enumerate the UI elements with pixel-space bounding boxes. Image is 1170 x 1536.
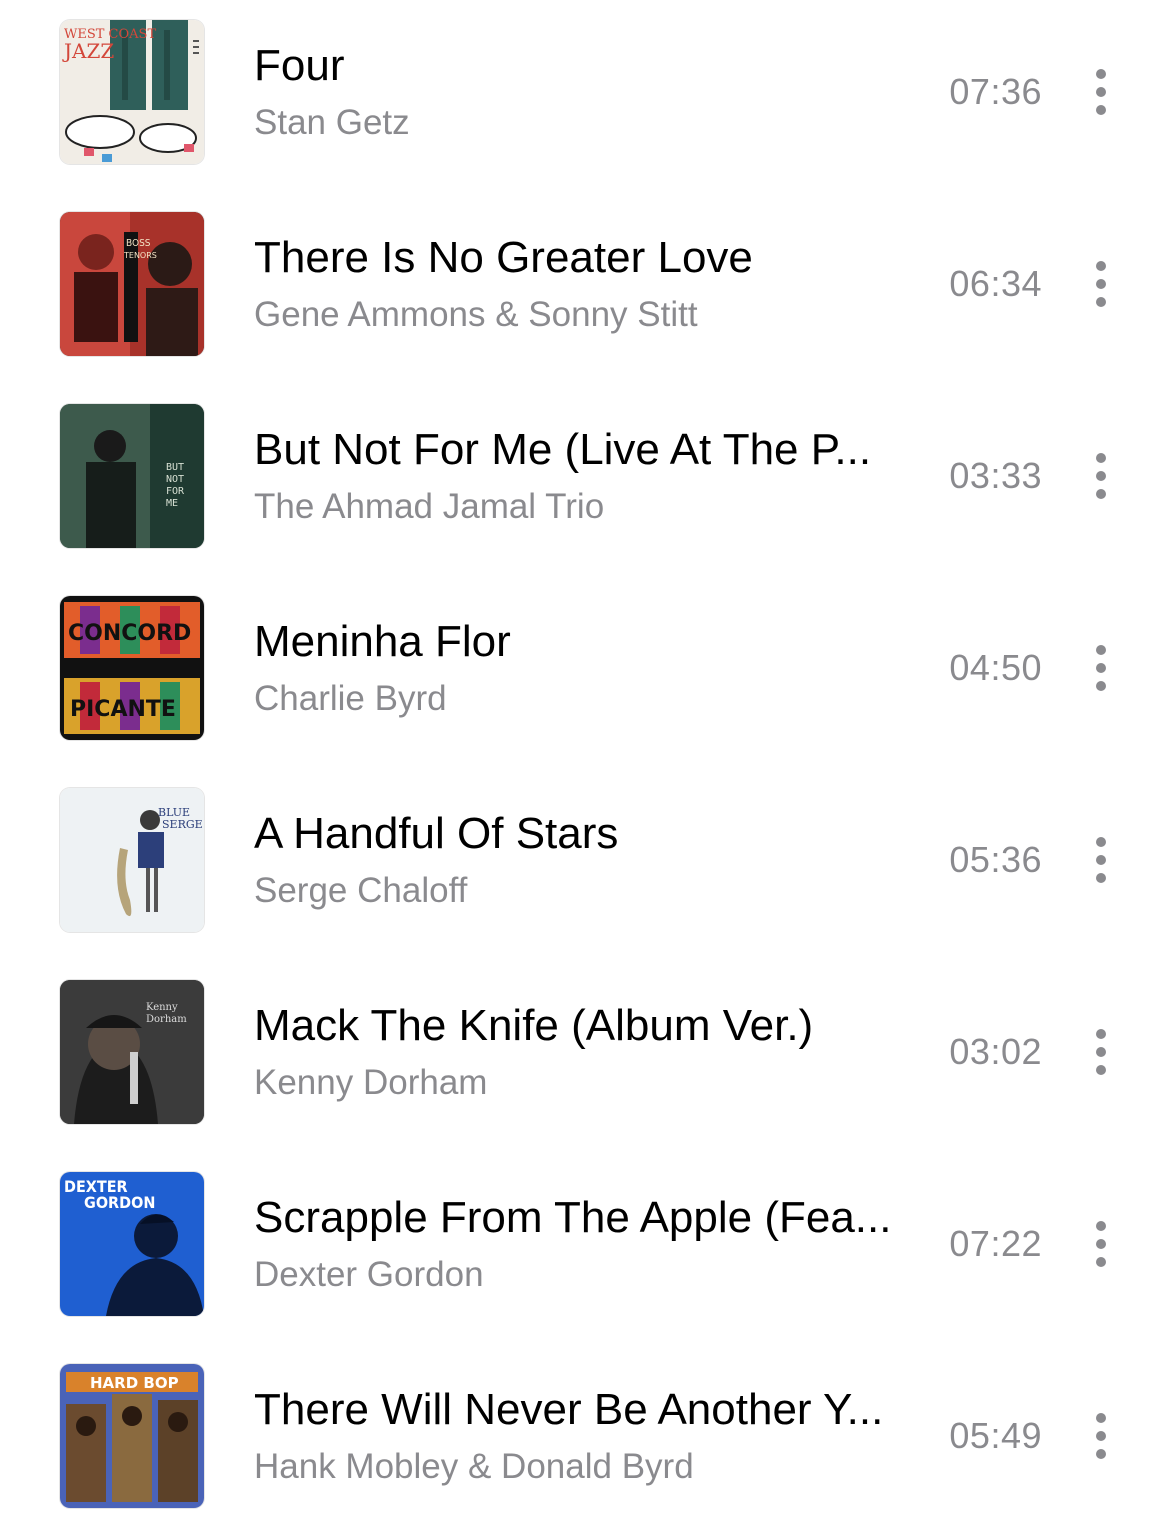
vertical-ellipsis-icon <box>1096 681 1106 691</box>
cover-text: HARD BOP <box>90 1374 179 1392</box>
vertical-ellipsis-icon <box>1096 87 1106 97</box>
track-list: WEST COAST JAZZ Four Stan Getz 07:36 BOS… <box>0 0 1170 1528</box>
album-cover: HARD BOP <box>60 1364 204 1508</box>
album-cover-art: BUT NOT FOR ME <box>60 404 204 548</box>
track-artist: Kenny Dorham <box>254 1063 488 1102</box>
vertical-ellipsis-icon <box>1096 1221 1106 1231</box>
vertical-ellipsis-icon <box>1096 873 1106 883</box>
album-cover-art: HARD BOP <box>60 1364 204 1508</box>
track-duration: 03:02 <box>949 1031 1042 1072</box>
vertical-ellipsis-icon <box>1096 1413 1106 1423</box>
album-cover: BOSS TENORS <box>60 212 204 356</box>
album-cover-art: WEST COAST JAZZ <box>60 20 204 164</box>
more-options-button[interactable] <box>1082 814 1120 906</box>
vertical-ellipsis-icon <box>1096 489 1106 499</box>
track-row[interactable]: BOSS TENORS There Is No Greater Love Gen… <box>0 192 1170 384</box>
cover-text: GORDON <box>84 1193 155 1212</box>
vertical-ellipsis-icon <box>1096 837 1106 847</box>
vertical-ellipsis-icon <box>1096 1239 1106 1249</box>
vertical-ellipsis-icon <box>1096 453 1106 463</box>
track-title: Meninha Flor <box>254 617 511 666</box>
track-duration: 07:36 <box>949 71 1042 112</box>
vertical-ellipsis-icon <box>1096 279 1106 289</box>
cover-text: BUT <box>166 462 184 473</box>
vertical-ellipsis-icon <box>1096 1047 1106 1057</box>
vertical-ellipsis-icon <box>1096 297 1106 307</box>
vertical-ellipsis-icon <box>1096 105 1106 115</box>
cover-text: PICANTE <box>70 697 176 722</box>
track-row[interactable]: HARD BOP There Will Never Be Another Y..… <box>0 1344 1170 1536</box>
more-options-button[interactable] <box>1082 430 1120 522</box>
track-duration: 03:33 <box>949 455 1042 496</box>
vertical-ellipsis-icon <box>1096 1431 1106 1441</box>
cover-text: CONCORD <box>68 621 191 646</box>
track-duration: 05:36 <box>949 839 1042 880</box>
cover-text: TENORS <box>123 251 157 260</box>
track-row[interactable]: Kenny Dorham Mack The Knife (Album Ver.)… <box>0 960 1170 1152</box>
vertical-ellipsis-icon <box>1096 645 1106 655</box>
vertical-ellipsis-icon <box>1096 663 1106 673</box>
track-row[interactable]: BUT NOT FOR ME But Not For Me (Live At T… <box>0 384 1170 576</box>
album-cover-art: DEXTER GORDON <box>60 1172 204 1316</box>
album-cover-art: BOSS TENORS <box>60 212 204 356</box>
track-duration: 06:34 <box>949 263 1042 304</box>
vertical-ellipsis-icon <box>1096 471 1106 481</box>
more-options-button[interactable] <box>1082 46 1120 138</box>
album-cover-art: Kenny Dorham <box>60 980 204 1124</box>
track-row[interactable]: CONCORD PICANTE Meninha Flor Charlie Byr… <box>0 576 1170 768</box>
track-title: There Will Never Be Another Y... <box>254 1385 884 1434</box>
track-artist: Gene Ammons & Sonny Stitt <box>254 295 698 334</box>
album-cover: CONCORD PICANTE <box>60 596 204 740</box>
cover-text: FOR <box>166 486 185 497</box>
track-duration: 04:50 <box>949 647 1042 688</box>
track-row[interactable]: WEST COAST JAZZ Four Stan Getz 07:36 <box>0 0 1170 192</box>
track-artist: The Ahmad Jamal Trio <box>254 487 605 526</box>
more-options-button[interactable] <box>1082 622 1120 714</box>
track-duration: 07:22 <box>949 1223 1042 1264</box>
cover-text: Kenny <box>146 1002 178 1013</box>
track-artist: Dexter Gordon <box>254 1255 484 1294</box>
vertical-ellipsis-icon <box>1096 1257 1106 1267</box>
cover-text: SERGE <box>162 818 203 831</box>
album-cover-art: CONCORD PICANTE <box>60 596 204 740</box>
track-title: But Not For Me (Live At The P... <box>254 425 872 474</box>
album-cover: BUT NOT FOR ME <box>60 404 204 548</box>
vertical-ellipsis-icon <box>1096 1029 1106 1039</box>
more-options-button[interactable] <box>1082 238 1120 330</box>
album-cover: Kenny Dorham <box>60 980 204 1124</box>
album-cover: DEXTER GORDON <box>60 1172 204 1316</box>
cover-text: Dorham <box>146 1014 187 1025</box>
track-row[interactable]: DEXTER GORDON Scrapple From The Apple (F… <box>0 1152 1170 1344</box>
vertical-ellipsis-icon <box>1096 261 1106 271</box>
more-options-button[interactable] <box>1082 1390 1120 1482</box>
track-artist: Serge Chaloff <box>254 871 468 910</box>
cover-text: ME <box>166 498 178 509</box>
vertical-ellipsis-icon <box>1096 69 1106 79</box>
vertical-ellipsis-icon <box>1096 855 1106 865</box>
track-title: Mack The Knife (Album Ver.) <box>254 1001 814 1050</box>
track-title: Four <box>254 41 345 90</box>
cover-text: JAZZ <box>62 39 114 63</box>
track-artist: Stan Getz <box>254 103 410 142</box>
track-title: Scrapple From The Apple (Fea... <box>254 1193 892 1242</box>
track-duration: 05:49 <box>949 1415 1042 1456</box>
more-options-button[interactable] <box>1082 1198 1120 1290</box>
track-artist: Charlie Byrd <box>254 679 447 718</box>
cover-text: NOT <box>166 474 184 485</box>
cover-text: BOSS <box>126 238 151 249</box>
track-title: There Is No Greater Love <box>254 233 753 282</box>
vertical-ellipsis-icon <box>1096 1065 1106 1075</box>
track-title: A Handful Of Stars <box>254 809 619 858</box>
more-options-button[interactable] <box>1082 1006 1120 1098</box>
album-cover: WEST COAST JAZZ <box>60 20 204 164</box>
album-cover: BLUE SERGE <box>60 788 204 932</box>
track-row[interactable]: BLUE SERGE A Handful Of Stars Serge Chal… <box>0 768 1170 960</box>
track-artist: Hank Mobley & Donald Byrd <box>254 1447 694 1486</box>
album-cover-art: BLUE SERGE <box>60 788 204 932</box>
vertical-ellipsis-icon <box>1096 1449 1106 1459</box>
